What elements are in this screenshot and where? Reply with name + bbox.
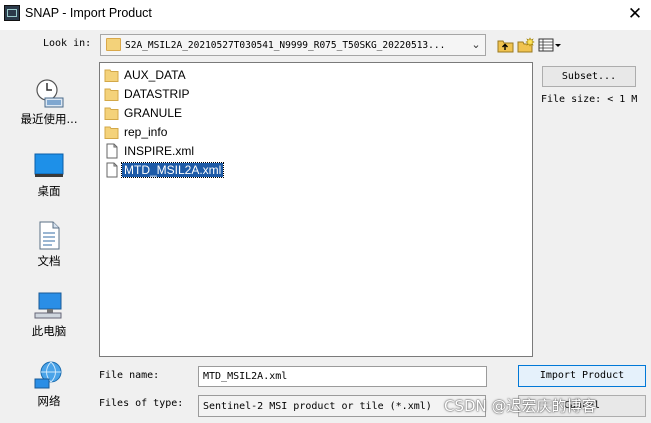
place-desktop[interactable]: 桌面 <box>6 152 92 199</box>
chevron-down-icon[interactable]: ⌄ <box>467 35 485 55</box>
place-label: 此电脑 <box>31 324 67 338</box>
file-name-value: MTD_MSIL2A.xml <box>203 371 288 382</box>
place-label: 网络 <box>37 394 61 408</box>
place-label: 最近使用... <box>20 112 78 126</box>
folder-icon <box>104 126 119 139</box>
title-bar: SNAP - Import Product ✕ <box>0 0 651 30</box>
folder-icon <box>104 107 119 120</box>
folder-icon <box>104 88 119 101</box>
files-of-type-dropdown[interactable]: Sentinel-2 MSI product or tile (*.xml) <box>198 395 486 417</box>
files-of-type-label: Files of type: <box>99 398 184 409</box>
file-name: GRANULE <box>124 106 183 120</box>
look-in-value: S2A_MSIL2A_20210527T030541_N9999_R075_T5… <box>125 40 446 51</box>
folder-icon <box>104 69 119 82</box>
look-in-label: Look in: <box>43 38 92 49</box>
list-item-folder[interactable]: DATASTRIP <box>103 85 503 104</box>
snap-app-icon <box>4 5 20 21</box>
recent-icon <box>36 79 64 108</box>
look-in-dropdown[interactable]: S2A_MSIL2A_20210527T030541_N9999_R075_T5… <box>100 34 486 56</box>
place-label: 文档 <box>37 254 61 268</box>
documents-icon <box>39 221 60 250</box>
network-icon <box>34 361 62 389</box>
file-name: rep_info <box>124 125 168 139</box>
place-recent[interactable]: 最近使用... <box>6 78 92 127</box>
subset-button[interactable]: Subset... <box>542 66 636 87</box>
computer-icon <box>34 292 62 319</box>
list-item-folder[interactable]: GRANULE <box>103 104 503 123</box>
place-label: 桌面 <box>37 184 61 198</box>
file-name-field[interactable]: MTD_MSIL2A.xml <box>198 366 487 387</box>
import-product-button[interactable]: Import Product <box>518 365 646 387</box>
list-item-file-selected[interactable]: MTD_MSIL2A.xml <box>103 161 503 180</box>
list-item-folder[interactable]: AUX_DATA <box>103 66 503 85</box>
new-folder-icon[interactable] <box>517 37 535 53</box>
place-network[interactable]: 网络 <box>6 360 92 409</box>
window-title: SNAP - Import Product <box>25 6 152 20</box>
close-button[interactable]: ✕ <box>622 3 648 25</box>
list-item-file[interactable]: INSPIRE.xml <box>103 142 503 161</box>
file-list[interactable]: AUX_DATA DATASTRIP GRANULE rep_info INSP… <box>99 62 533 357</box>
view-menu-icon[interactable] <box>538 37 561 53</box>
file-name: DATASTRIP <box>124 87 190 101</box>
file-name: INSPIRE.xml <box>124 144 195 158</box>
watermark: CSDN @迟宏庆的博客 <box>444 397 597 415</box>
place-computer[interactable]: 此电脑 <box>6 290 92 339</box>
document-icon <box>106 143 118 159</box>
document-icon <box>106 162 118 178</box>
place-documents[interactable]: 文档 <box>6 220 92 269</box>
list-item-folder[interactable]: rep_info <box>103 123 503 142</box>
files-of-type-value: Sentinel-2 MSI product or tile (*.xml) <box>203 401 432 412</box>
file-name-label: File name: <box>99 370 160 381</box>
file-name: MTD_MSIL2A.xml <box>120 162 225 178</box>
file-name: AUX_DATA <box>124 68 186 82</box>
folder-icon <box>106 38 121 51</box>
up-folder-icon[interactable] <box>497 37 514 53</box>
file-size-label: File size: < 1 M <box>541 94 638 105</box>
desktop-icon <box>34 153 64 177</box>
